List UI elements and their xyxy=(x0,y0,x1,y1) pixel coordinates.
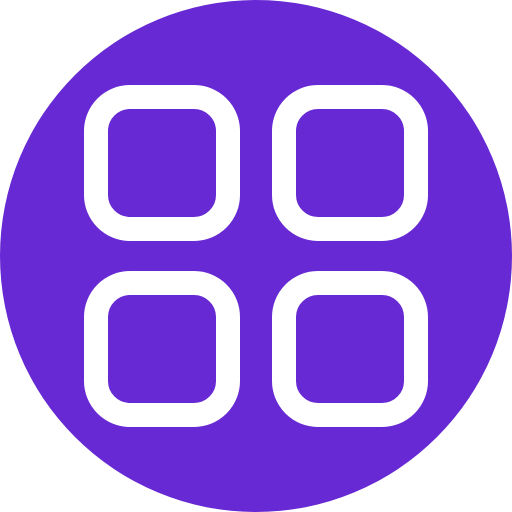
icon-background-circle xyxy=(0,0,512,512)
app-grid-icon-button[interactable] xyxy=(0,0,512,512)
app-grid-icon xyxy=(0,0,512,512)
